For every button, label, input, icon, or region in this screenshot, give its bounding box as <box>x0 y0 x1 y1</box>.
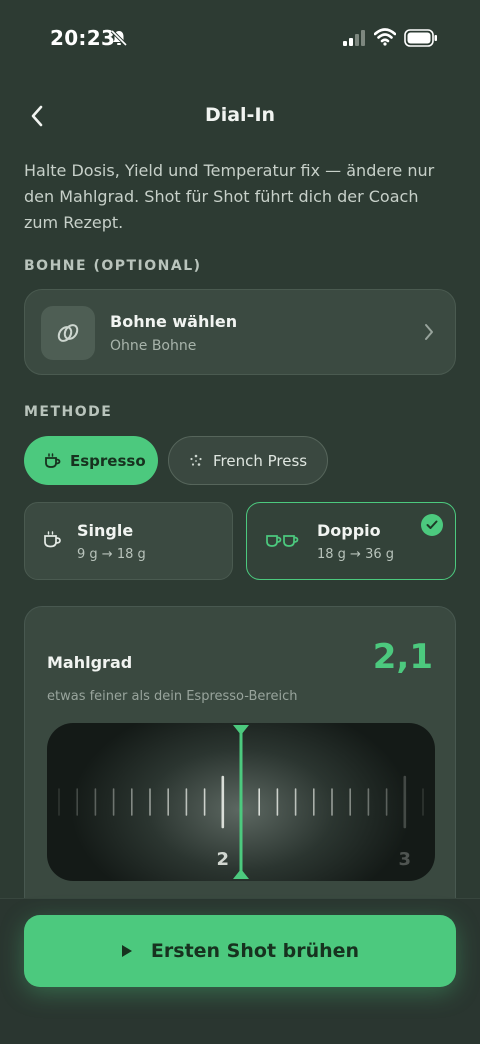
grind-label: Mahlgrad <box>47 653 133 672</box>
silent-bell-icon <box>110 29 128 51</box>
bean-title: Bohne wählen <box>110 312 238 331</box>
method-section-label: METHODE <box>24 404 113 420</box>
grind-card: Mahlgrad 2,1 etwas feiner als dein Espre… <box>24 606 456 936</box>
bean-section-label: BOHNE (OPTIONAL) <box>24 258 202 274</box>
size-single-detail: 9 g → 18 g <box>77 547 146 562</box>
indicator-bottom-triangle-icon <box>233 869 249 879</box>
intro-text: Halte Dosis, Yield und Temperatur fix — … <box>24 161 435 232</box>
status-time: 20:23 <box>50 26 116 50</box>
status-bar: 20:23 <box>0 0 480 78</box>
size-card-single[interactable]: Single 9 g → 18 g <box>24 502 233 580</box>
bean-subtitle: Ohne Bohne <box>110 338 197 354</box>
battery-icon <box>404 29 438 51</box>
check-icon <box>421 514 443 536</box>
signal-icon <box>343 30 367 50</box>
nav-bar: Dial-In <box>0 96 480 136</box>
sparkle-icon <box>190 454 202 466</box>
double-cup-icon <box>265 531 303 553</box>
chevron-right-icon <box>423 322 435 346</box>
bean-select-card[interactable]: Bohne wählen Ohne Bohne <box>24 289 456 375</box>
method-chip-french-press[interactable]: French Press <box>168 436 328 485</box>
wifi-icon <box>373 28 397 50</box>
method-chip-espresso-label: Espresso <box>70 451 146 470</box>
size-doppio-name: Doppio <box>317 521 381 540</box>
size-single-name: Single <box>77 521 134 540</box>
dial-scale-label: 3 <box>399 849 412 870</box>
size-doppio-detail: 18 g → 36 g <box>317 547 395 562</box>
indicator-top-triangle-icon <box>233 725 249 735</box>
coffee-cup-icon <box>45 452 61 468</box>
grind-value: 2,1 <box>372 637 433 677</box>
grind-dial-scale: 123 <box>47 725 424 879</box>
size-card-doppio[interactable]: Doppio 18 g → 36 g <box>246 502 456 580</box>
play-icon <box>121 945 132 957</box>
coffee-bean-icon <box>41 306 95 360</box>
bottom-bar: Ersten Shot brühen <box>0 898 480 1044</box>
coffee-cup-icon <box>43 531 63 553</box>
grind-hint: etwas feiner als dein Espresso-Bereich <box>47 689 298 704</box>
method-chip-espresso[interactable]: Espresso <box>24 436 158 485</box>
page-title: Dial-In <box>204 104 276 126</box>
dial-scale-label: 2 <box>217 849 230 870</box>
method-chip-french-press-label: French Press <box>213 451 308 470</box>
grind-dial[interactable]: 123 <box>47 723 435 881</box>
brew-first-shot-button[interactable]: Ersten Shot brühen <box>24 915 456 987</box>
brew-first-shot-label: Ersten Shot brühen <box>150 940 360 962</box>
